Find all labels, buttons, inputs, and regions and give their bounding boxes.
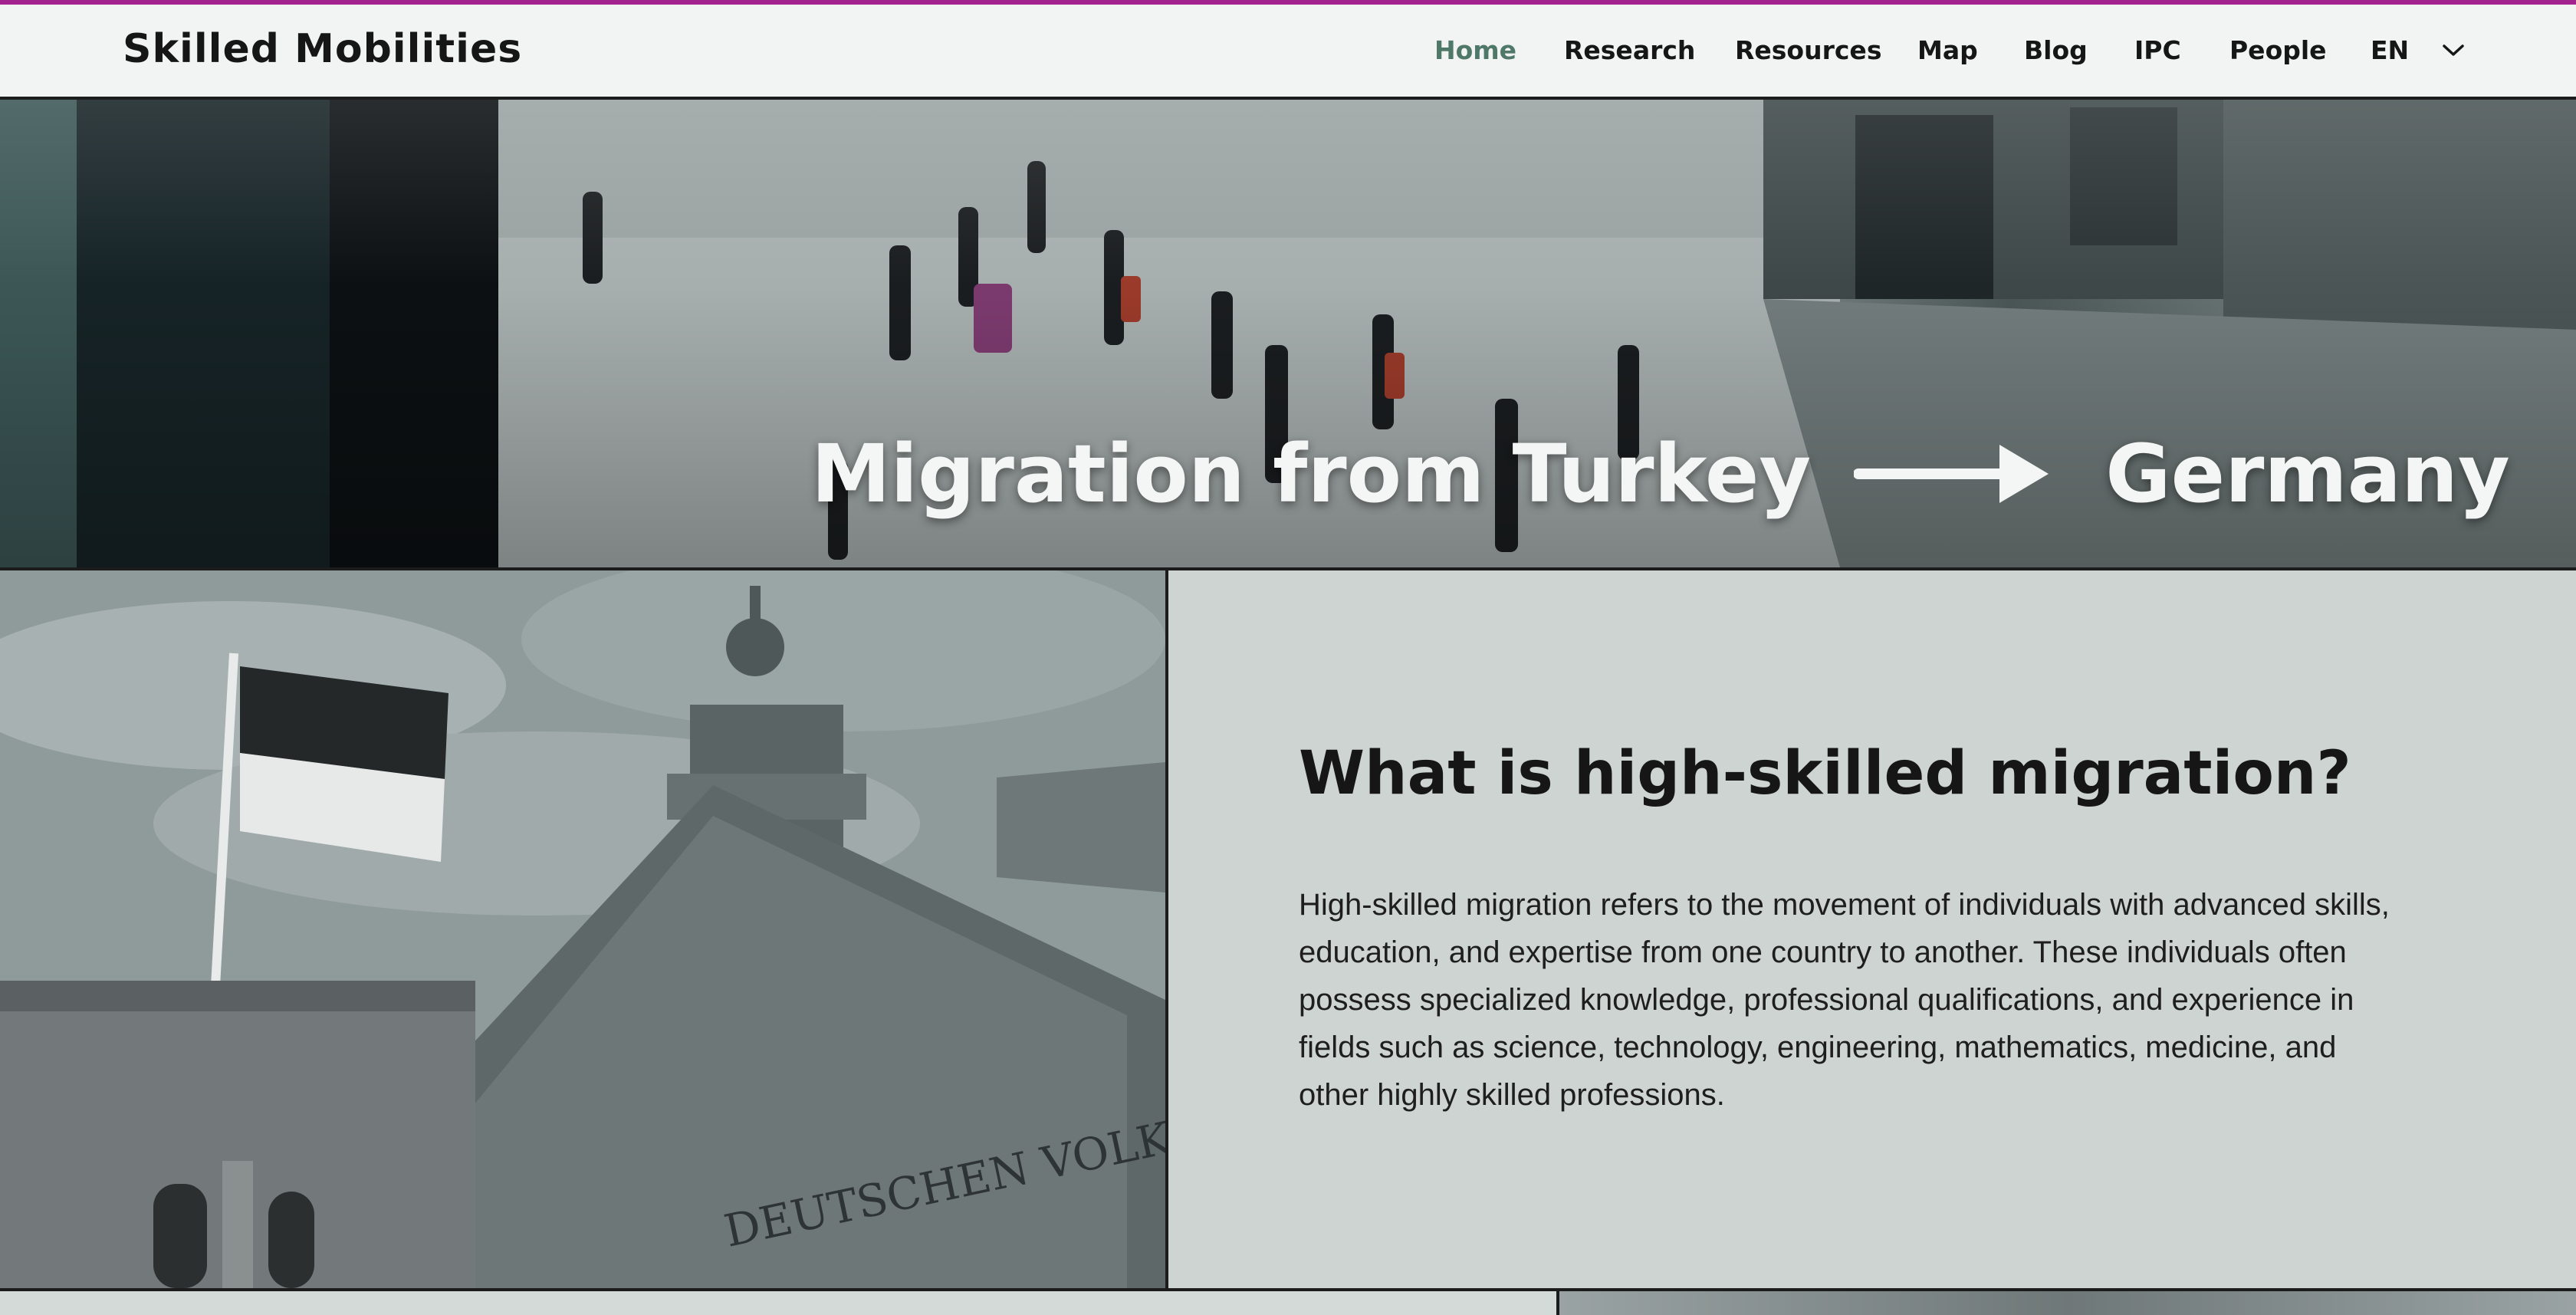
nav-people[interactable]: People: [2229, 35, 2327, 65]
hero-banner: Migration from Turkey Germany: [0, 100, 2576, 567]
nav-research[interactable]: Research: [1564, 35, 1695, 65]
intro-heading: What is high-skilled migration?: [1299, 739, 2351, 808]
arrow-right-icon: [1854, 445, 2049, 503]
nav-ipc[interactable]: IPC: [2134, 35, 2181, 65]
next-section-left: [0, 1291, 1556, 1315]
nav-blog[interactable]: Blog: [2024, 35, 2088, 65]
language-selector[interactable]: EN: [2371, 35, 2409, 65]
next-section-photo: [1559, 1291, 2576, 1315]
reichstag-building-photo: DEUTSCHEN VOLKE: [0, 570, 1165, 1288]
nav-home[interactable]: Home: [1434, 35, 1516, 65]
hero-title-from: Migration from Turkey: [811, 427, 1812, 521]
nav-map[interactable]: Map: [1917, 35, 1978, 65]
hero-title: Migration from Turkey Germany: [811, 413, 2510, 535]
intro-section: What is high-skilled migration? High-ski…: [1168, 570, 2576, 1288]
site-header: Skilled Mobilities Home Research Resourc…: [0, 5, 2576, 100]
hero-title-to: Germany: [2105, 427, 2510, 521]
reichstag-panel: DEUTSCHEN VOLKE: [0, 570, 1165, 1288]
intro-body: High-skilled migration refers to the mov…: [1299, 888, 2390, 1112]
site-logo[interactable]: Skilled Mobilities: [123, 26, 522, 72]
chevron-down-icon[interactable]: [2440, 41, 2467, 60]
nav-resources[interactable]: Resources: [1735, 35, 1881, 65]
